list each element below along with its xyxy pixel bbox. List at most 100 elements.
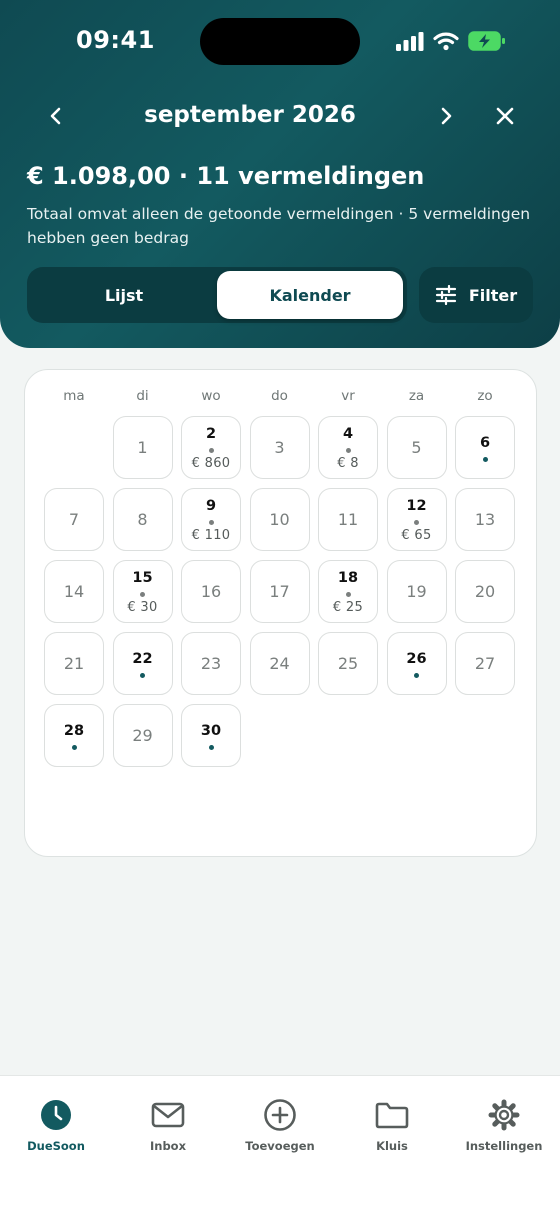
calendar-day[interactable]: 13	[455, 488, 515, 551]
folder-icon	[375, 1098, 409, 1132]
day-amount: € 65	[401, 527, 432, 543]
weekday-label: zo	[477, 388, 493, 404]
entry-dot	[208, 447, 214, 453]
tab-duesoon[interactable]: DueSoon	[0, 1098, 112, 1153]
day-number: 18	[337, 569, 359, 586]
calendar-day[interactable]: 20	[455, 560, 515, 623]
calendar-day[interactable]: 8	[112, 488, 173, 551]
day-number: 15	[132, 569, 153, 586]
day-number: 8	[137, 509, 148, 529]
calendar-day[interactable]: 29	[112, 704, 173, 767]
calendar-day[interactable]: 4 € 8	[318, 416, 378, 479]
signal-icon	[396, 32, 424, 51]
list-view-button[interactable]: Lijst	[31, 271, 217, 319]
calendar-day[interactable]: 25	[318, 632, 378, 695]
day-number: 27	[474, 653, 496, 673]
next-month-button[interactable]	[424, 94, 468, 138]
day-number: 3	[274, 437, 285, 457]
weekday-label: do	[271, 388, 288, 404]
day-amount: € 8	[337, 455, 359, 471]
entry-dot	[345, 447, 351, 453]
plus-circle-icon	[263, 1098, 297, 1132]
day-number: 7	[68, 509, 80, 529]
day-number: 16	[200, 581, 222, 601]
tab-toevoegen[interactable]: Toevoegen	[224, 1098, 336, 1153]
entry-dot	[345, 591, 351, 597]
tab-label: Inbox	[149, 1139, 187, 1153]
entry-dot	[208, 519, 214, 525]
day-amount: € 25	[332, 599, 364, 615]
day-number: 9	[205, 497, 217, 514]
filter-label: Filter	[468, 285, 518, 305]
calendar-day[interactable]: 28	[44, 704, 104, 767]
day-number: 6	[479, 434, 491, 451]
calendar-day[interactable]: 3	[249, 416, 310, 479]
header: 09:41 september 2026 € 1.098,00 · 11 ver…	[0, 0, 560, 348]
day-number: 19	[406, 581, 427, 601]
entry-dot	[414, 519, 419, 525]
calendar-day[interactable]: 9 € 110	[181, 488, 241, 551]
gear-icon	[487, 1098, 521, 1132]
calendar-day[interactable]: 21	[44, 632, 104, 695]
calendar-view-button[interactable]: Kalender	[217, 271, 403, 319]
day-number: 30	[200, 722, 222, 739]
entry-dot	[482, 456, 488, 462]
day-number: 10	[269, 509, 290, 529]
entry-dot	[208, 744, 214, 750]
tab-kluis[interactable]: Kluis	[336, 1098, 448, 1153]
calendar-day[interactable]: 15 € 30	[112, 560, 173, 623]
calendar-day[interactable]: 14	[44, 560, 104, 623]
calendar-day[interactable]: 16	[181, 560, 241, 623]
tab-label: Toevoegen	[245, 1139, 315, 1153]
day-number: 25	[337, 653, 359, 673]
day-number: 28	[63, 722, 85, 739]
tab-instellingen[interactable]: Instellingen	[448, 1098, 560, 1153]
day-number: 14	[63, 581, 85, 601]
tab-inbox[interactable]: Inbox	[112, 1098, 224, 1153]
weekday-label: di	[136, 388, 149, 404]
entry-dot	[414, 672, 419, 678]
calendar-day[interactable]: 5	[386, 416, 447, 479]
weekday-label: vr	[341, 388, 355, 404]
calendar-day[interactable]: 23	[181, 632, 241, 695]
calendar-day[interactable]: 18 € 25	[318, 560, 378, 623]
entry-dot	[140, 672, 145, 678]
calendar-day[interactable]: 12 € 65	[386, 488, 447, 551]
calendar-day[interactable]: 19	[386, 560, 447, 623]
calendar-day[interactable]: 24	[249, 632, 310, 695]
calendar-card: ma di wo do vr za zo 1 2 € 860 3 4 € 8 5 6 7 8 9 € 110 10 1…	[24, 369, 537, 857]
status-time: 09:41	[76, 26, 155, 54]
tab-label: Instellingen	[465, 1139, 543, 1153]
close-icon	[496, 107, 514, 125]
day-number: 26	[406, 650, 427, 667]
day-number: 17	[269, 581, 290, 601]
calendar-day[interactable]: 1	[112, 416, 173, 479]
day-number: 24	[269, 653, 290, 673]
clock-icon	[39, 1098, 73, 1132]
calendar-day[interactable]: 22	[112, 632, 173, 695]
sliders-icon	[435, 285, 456, 305]
day-amount: € 30	[127, 599, 158, 615]
day-number: 5	[411, 437, 422, 457]
calendar-day[interactable]: 27	[455, 632, 515, 695]
calendar-day[interactable]: 7	[44, 488, 104, 551]
calendar-day[interactable]: 11	[318, 488, 378, 551]
calendar-day[interactable]: 17	[249, 560, 310, 623]
day-number: 1	[137, 437, 148, 457]
dynamic-island	[200, 18, 360, 65]
calendar-day[interactable]: 10	[249, 488, 310, 551]
tab-bar: DueSoon Inbox Toevoegen Kluis Instelling…	[0, 1075, 560, 1218]
day-number: 20	[474, 581, 496, 601]
day-amount: € 110	[191, 527, 231, 543]
calendar-day[interactable]: 2 € 860	[181, 416, 241, 479]
day-number: 13	[474, 509, 496, 529]
close-button[interactable]	[483, 94, 527, 138]
day-number: 4	[342, 425, 354, 442]
weekday-label: ma	[63, 388, 85, 404]
filter-button[interactable]: Filter	[419, 267, 533, 323]
calendar-day[interactable]: 30	[181, 704, 241, 767]
calendar-day[interactable]: 6	[455, 416, 515, 479]
calendar-day[interactable]: 26	[386, 632, 447, 695]
day-number: 29	[132, 725, 153, 745]
chevron-right-icon	[441, 107, 452, 125]
